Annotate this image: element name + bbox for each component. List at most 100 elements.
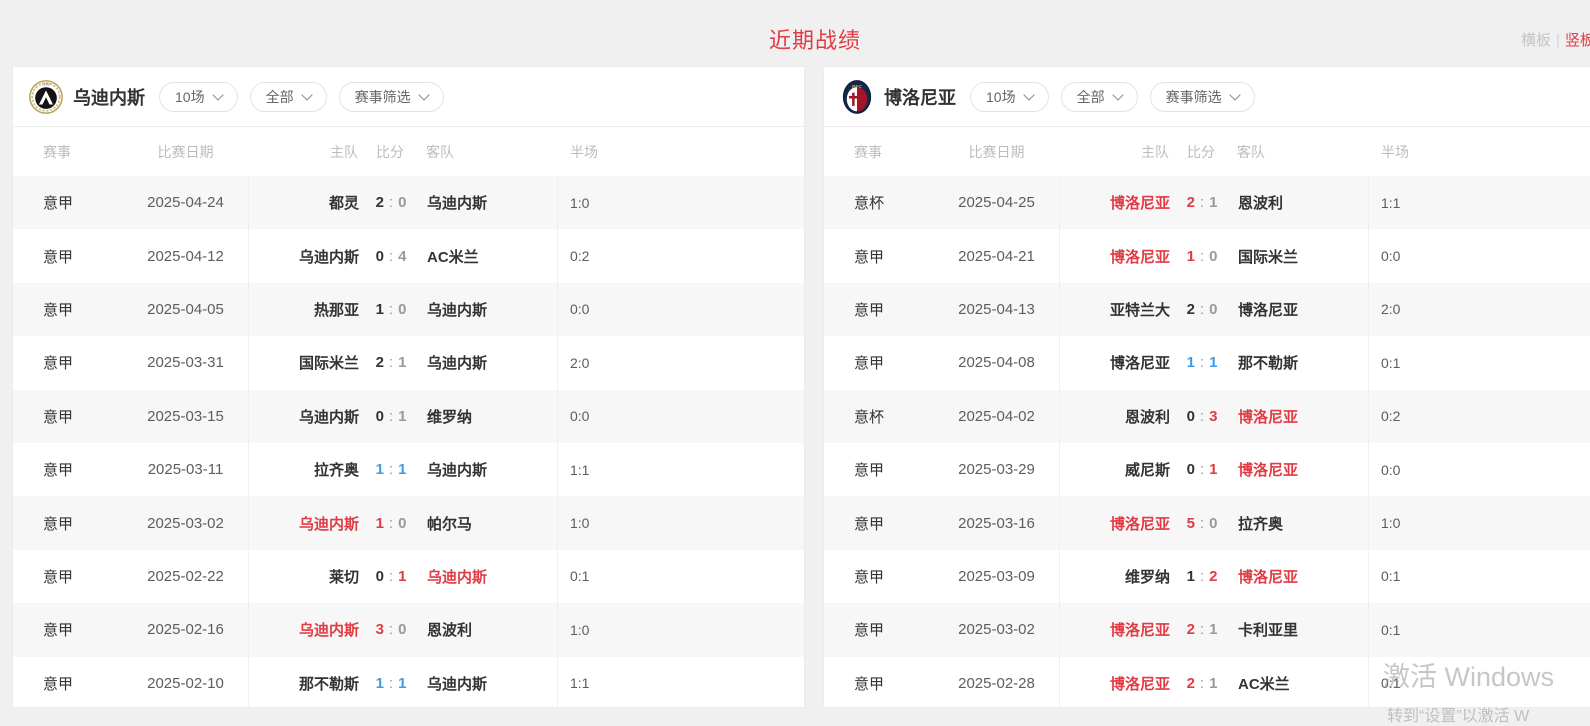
away-score: 0 bbox=[1209, 515, 1217, 532]
score: 5 : 0 bbox=[1170, 515, 1234, 532]
match-cell: 国际米兰 2 : 1 乌迪内斯 bbox=[248, 336, 558, 389]
match-row: 意甲 2025-03-02 乌迪内斯 1 : 0 帕尔马 1:0 bbox=[13, 496, 804, 549]
filter-pills: 10场 全部 赛事筛选 bbox=[159, 82, 444, 112]
chevron-down-icon bbox=[1112, 89, 1123, 100]
home-score: 1 bbox=[1187, 354, 1195, 371]
home-score: 2 bbox=[1187, 194, 1195, 211]
halftime-cell: 0:1 bbox=[558, 568, 804, 584]
match-cell: 乌迪内斯 1 : 0 帕尔马 bbox=[248, 496, 558, 549]
away-score: 0 bbox=[398, 194, 406, 211]
score: 2 : 1 bbox=[359, 354, 423, 371]
layout-mode-toggle[interactable]: 横板 | 竖板 bbox=[1521, 29, 1590, 50]
mode-portrait-label[interactable]: 竖板 bbox=[1565, 32, 1590, 49]
competition-cell: 意甲 bbox=[13, 673, 123, 694]
score-colon: : bbox=[389, 515, 393, 532]
away-score: 0 bbox=[398, 621, 406, 638]
scope-dropdown[interactable]: 全部 bbox=[1061, 82, 1138, 112]
away-team: 博洛尼亚 bbox=[1234, 566, 1368, 587]
away-team: AC米兰 bbox=[1234, 673, 1368, 694]
match-cell: 热那亚 1 : 0 乌迪内斯 bbox=[248, 283, 558, 336]
competition-cell: 意甲 bbox=[13, 192, 123, 213]
competition-filter-value: 赛事筛选 bbox=[1166, 87, 1222, 107]
score: 0 : 1 bbox=[359, 568, 423, 585]
col-halftime: 半场 bbox=[558, 142, 804, 162]
match-cell: 维罗纳 1 : 2 博洛尼亚 bbox=[1059, 550, 1369, 603]
home-score: 2 bbox=[1187, 675, 1195, 692]
match-row: 意杯 2025-04-02 恩波利 0 : 3 博洛尼亚 0:2 bbox=[824, 390, 1590, 443]
home-score: 0 bbox=[376, 248, 384, 265]
halftime-cell: 0:2 bbox=[558, 248, 804, 264]
competition-cell: 意甲 bbox=[824, 513, 934, 534]
page-title: 近期战绩 bbox=[0, 23, 1590, 55]
score: 0 : 4 bbox=[359, 248, 423, 265]
score-colon: : bbox=[1200, 515, 1204, 532]
away-team: 博洛尼亚 bbox=[1234, 459, 1368, 480]
match-cell: 博洛尼亚 2 : 1 AC米兰 bbox=[1059, 657, 1369, 710]
chevron-down-icon bbox=[1023, 89, 1034, 100]
home-team: 威尼斯 bbox=[1060, 459, 1170, 480]
date-cell: 2025-02-22 bbox=[123, 568, 248, 585]
date-cell: 2025-03-09 bbox=[934, 568, 1059, 585]
date-cell: 2025-04-05 bbox=[123, 301, 248, 318]
score-colon: : bbox=[1200, 194, 1204, 211]
col-away: 客队 bbox=[422, 142, 558, 162]
match-row: 意甲 2025-04-08 博洛尼亚 1 : 1 那不勒斯 0:1 bbox=[824, 336, 1590, 389]
score: 1 : 0 bbox=[359, 515, 423, 532]
halftime-cell: 1:1 bbox=[558, 462, 804, 478]
away-score: 1 bbox=[1209, 354, 1217, 371]
match-row: 意甲 2025-02-16 乌迪内斯 3 : 0 恩波利 1:0 bbox=[13, 603, 804, 656]
score: 0 : 1 bbox=[359, 408, 423, 425]
col-date: 比赛日期 bbox=[123, 142, 248, 162]
date-cell: 2025-04-02 bbox=[934, 408, 1059, 425]
mode-separator: | bbox=[1556, 32, 1560, 49]
match-row: 意甲 2025-03-16 博洛尼亚 5 : 0 拉齐奥 1:0 bbox=[824, 496, 1590, 549]
competition-filter-dropdown[interactable]: 赛事筛选 bbox=[339, 82, 444, 112]
match-count-dropdown[interactable]: 10场 bbox=[970, 82, 1049, 112]
match-count-dropdown[interactable]: 10场 bbox=[159, 82, 238, 112]
svg-text:1896: 1896 bbox=[42, 82, 50, 86]
date-cell: 2025-03-16 bbox=[934, 515, 1059, 532]
away-team: 国际米兰 bbox=[1234, 246, 1368, 267]
away-score: 0 bbox=[398, 301, 406, 318]
competition-filter-dropdown[interactable]: 赛事筛选 bbox=[1150, 82, 1255, 112]
score: 2 : 1 bbox=[1170, 675, 1234, 692]
halftime-cell: 0:1 bbox=[1369, 622, 1590, 638]
mode-landscape-label[interactable]: 横板 bbox=[1521, 32, 1551, 49]
filter-pills: 10场 全部 赛事筛选 bbox=[970, 82, 1255, 112]
home-team: 博洛尼亚 bbox=[1060, 619, 1170, 640]
col-score: 比分 bbox=[358, 142, 422, 162]
home-score: 2 bbox=[376, 194, 384, 211]
away-score: 4 bbox=[398, 248, 406, 265]
date-cell: 2025-03-02 bbox=[934, 621, 1059, 638]
match-row: 意甲 2025-04-05 热那亚 1 : 0 乌迪内斯 0:0 bbox=[13, 283, 804, 336]
away-team: 维罗纳 bbox=[423, 406, 557, 427]
team-name: 博洛尼亚 bbox=[884, 84, 956, 110]
scope-dropdown[interactable]: 全部 bbox=[250, 82, 327, 112]
away-score: 1 bbox=[1209, 675, 1217, 692]
match-row: 意甲 2025-03-02 博洛尼亚 2 : 1 卡利亚里 0:1 bbox=[824, 603, 1590, 656]
competition-cell: 意甲 bbox=[13, 246, 123, 267]
score-colon: : bbox=[389, 301, 393, 318]
score-colon: : bbox=[1200, 354, 1204, 371]
home-team: 亚特兰大 bbox=[1060, 299, 1170, 320]
score-colon: : bbox=[1200, 408, 1204, 425]
home-team: 乌迪内斯 bbox=[249, 619, 359, 640]
score: 2 : 0 bbox=[359, 194, 423, 211]
halftime-cell: 1:0 bbox=[558, 195, 804, 211]
away-score: 2 bbox=[1209, 568, 1217, 585]
match-row: 意甲 2025-03-09 维罗纳 1 : 2 博洛尼亚 0:1 bbox=[824, 550, 1590, 603]
score-colon: : bbox=[389, 675, 393, 692]
home-team: 恩波利 bbox=[1060, 406, 1170, 427]
halftime-cell: 0:1 bbox=[1369, 355, 1590, 371]
competition-cell: 意杯 bbox=[824, 192, 934, 213]
away-score: 1 bbox=[398, 461, 406, 478]
date-cell: 2025-03-29 bbox=[934, 461, 1059, 478]
competition-cell: 意甲 bbox=[824, 673, 934, 694]
halftime-cell: 0:1 bbox=[1369, 675, 1590, 691]
home-score: 5 bbox=[1187, 515, 1195, 532]
match-row: 意杯 2025-04-25 博洛尼亚 2 : 1 恩波利 1:1 bbox=[824, 176, 1590, 229]
competition-cell: 意甲 bbox=[824, 299, 934, 320]
match-row: 意甲 2025-03-31 国际米兰 2 : 1 乌迪内斯 2:0 bbox=[13, 336, 804, 389]
match-row: 意甲 2025-02-28 博洛尼亚 2 : 1 AC米兰 0:1 bbox=[824, 657, 1590, 710]
match-cell: 博洛尼亚 2 : 1 恩波利 bbox=[1059, 176, 1369, 229]
